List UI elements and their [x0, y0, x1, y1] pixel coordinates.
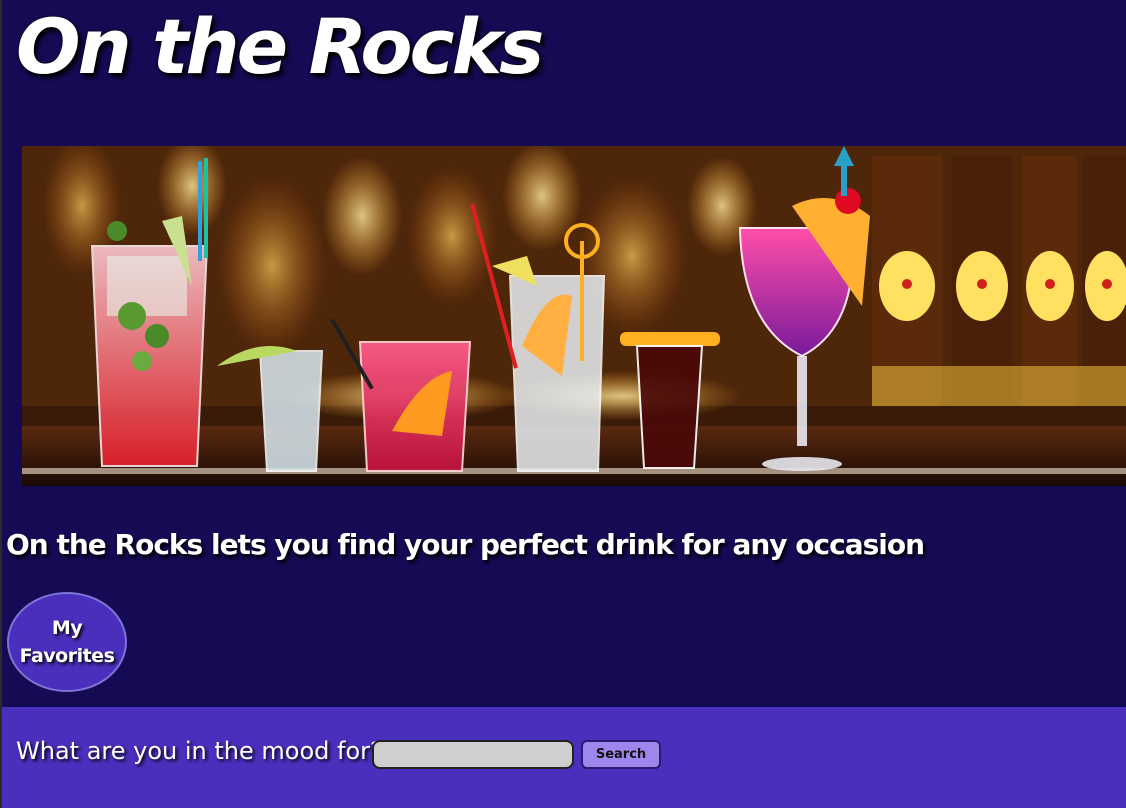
my-favorites-button[interactable]: My Favorites: [7, 592, 127, 692]
page: On the Rocks On the Rocks lets you find …: [0, 0, 1126, 808]
search-label: What are you in the mood for?: [16, 737, 383, 765]
hero-image: [22, 146, 1126, 486]
site-title: On the Rocks: [16, 2, 544, 91]
tagline: On the Rocks lets you find your perfect …: [6, 528, 925, 561]
search-bar: What are you in the mood for? Search: [2, 707, 1126, 808]
search-button[interactable]: Search: [581, 740, 661, 769]
search-input[interactable]: [372, 740, 574, 769]
